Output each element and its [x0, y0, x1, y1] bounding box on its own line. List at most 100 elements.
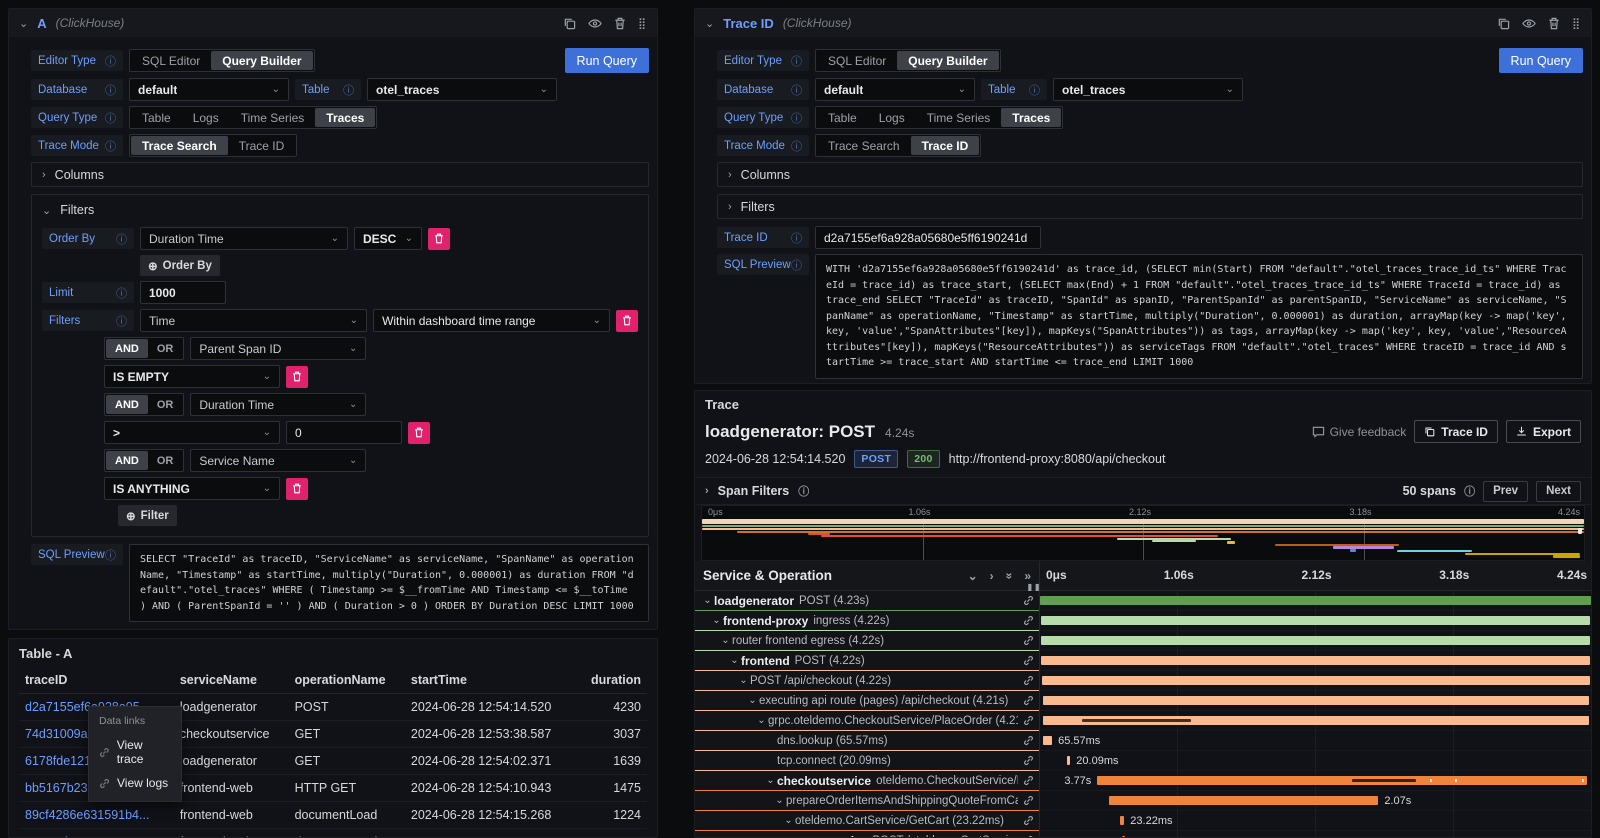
span-gantt-bar[interactable] [1043, 696, 1590, 705]
span-gantt-bar[interactable] [1041, 656, 1590, 665]
span-name-cell[interactable]: ⌄oteldemo.CartService/GetCart (23.22ms) [695, 811, 1039, 831]
table-select[interactable]: otel_traces⌄ [367, 78, 557, 101]
query-type-logs[interactable]: Logs [868, 108, 916, 127]
filter2-value-input[interactable]: 0 [286, 421, 402, 444]
next-button[interactable]: Next [1536, 481, 1581, 502]
order-by-field-select[interactable]: Duration Time⌄ [140, 227, 348, 250]
or-option[interactable]: OR [148, 395, 183, 414]
info-icon[interactable]: ⓘ [791, 82, 802, 98]
info-icon[interactable]: ⓘ [105, 110, 116, 126]
chevron-down-icon[interactable]: ⌄ [737, 675, 750, 686]
query-type-table[interactable]: Table [131, 108, 182, 127]
info-icon[interactable]: ⓘ [105, 53, 116, 69]
span-bar-cell[interactable] [1039, 651, 1591, 671]
or-option[interactable]: OR [148, 339, 183, 358]
delete-query-trash-icon[interactable] [1548, 17, 1560, 30]
span-link-icon[interactable] [1018, 755, 1039, 766]
info-icon[interactable]: ⓘ [798, 483, 809, 499]
query-type-traces[interactable]: Traces [315, 108, 375, 127]
add-filter-button[interactable]: ⊕Filter [118, 505, 177, 526]
and-option[interactable]: AND [106, 395, 148, 414]
run-query-button[interactable]: Run Query [1499, 48, 1583, 73]
sql-editor-option[interactable]: SQL Editor [131, 51, 211, 70]
column-header-duration[interactable]: duration [577, 667, 647, 694]
chevron-down-icon[interactable]: ⌄ [764, 775, 777, 786]
info-icon[interactable]: ⓘ [105, 138, 116, 154]
span-bar-cell[interactable] [1039, 831, 1591, 838]
span-gantt-bar[interactable] [1040, 596, 1591, 605]
span-bar-cell[interactable]: 65.57ms [1039, 731, 1591, 751]
sql-editor-option[interactable]: SQL Editor [817, 51, 897, 70]
give-feedback-button[interactable]: Give feedback [1312, 425, 1407, 439]
chevron-down-icon[interactable]: ⌄ [701, 595, 714, 606]
chevron-down-icon[interactable]: ⌄ [719, 635, 732, 646]
collapse-chevron-icon[interactable]: ⌄ [705, 17, 714, 30]
query-type-timeseries[interactable]: Time Series [230, 108, 316, 127]
info-icon[interactable]: ⓘ [791, 138, 802, 154]
span-link-icon[interactable] [1018, 675, 1039, 686]
or-option[interactable]: OR [148, 451, 183, 470]
column-header-traceID[interactable]: traceID [19, 667, 174, 694]
filter2-operator-select[interactable]: >⌄ [104, 421, 280, 444]
span-link-icon[interactable] [1018, 715, 1039, 726]
span-gantt-bar[interactable] [1042, 676, 1590, 685]
order-by-direction-select[interactable]: DESC⌄ [354, 227, 422, 250]
span-name-cell[interactable]: ⌄grpc.oteldemo.CheckoutService/PlaceOrde… [695, 711, 1039, 731]
expand-one-icon[interactable]: › [990, 569, 994, 583]
hide-response-eye-icon[interactable] [1522, 17, 1536, 30]
database-select[interactable]: default⌄ [815, 78, 975, 101]
cell-traceID[interactable]: 2cc7ccfc01941896c... [19, 829, 174, 838]
info-icon[interactable]: ⓘ [116, 285, 127, 301]
span-bar-cell[interactable] [1039, 711, 1591, 731]
hide-response-eye-icon[interactable] [588, 17, 602, 30]
filter3-operator-select[interactable]: IS ANYTHING⌄ [104, 477, 280, 500]
span-link-icon[interactable] [1018, 695, 1039, 706]
filter2-field-select[interactable]: Duration Time⌄ [190, 393, 366, 416]
filters-section-collapsed[interactable]: › Filters [717, 194, 1583, 219]
span-link-icon[interactable] [1018, 635, 1039, 646]
add-order-by-button[interactable]: ⊕Order By [140, 255, 220, 276]
trace-minimap[interactable]: 0μs1.06s2.12s3.18s4.24s [701, 505, 1585, 561]
span-name-cell[interactable]: ⌄POST /api/checkout (4.22s) [695, 671, 1039, 691]
column-header-operationName[interactable]: operationName [289, 667, 405, 694]
column-header-startTime[interactable]: startTime [405, 667, 577, 694]
trace-mode-id[interactable]: Trace ID [911, 136, 980, 155]
collapse-all-icon[interactable]: » [1002, 572, 1016, 579]
chevron-down-icon[interactable]: ⌄ [746, 695, 759, 706]
chevron-down-icon[interactable]: ⌄ [755, 715, 768, 726]
span-gantt-bar[interactable] [1043, 716, 1589, 725]
trace-id-input[interactable]: d2a7155ef6a928a05680e5ff6190241d [815, 226, 1041, 249]
trace-mode-id[interactable]: Trace ID [228, 136, 296, 155]
span-bar-cell[interactable] [1039, 671, 1591, 691]
trace-id-button[interactable]: Trace ID [1414, 420, 1498, 443]
duplicate-query-icon[interactable] [1497, 17, 1510, 30]
filter1-operator-select[interactable]: IS EMPTY⌄ [104, 365, 280, 388]
chevron-down-icon[interactable]: ⌄ [773, 795, 786, 806]
chevron-down-icon[interactable]: ⌄ [728, 655, 741, 666]
export-button[interactable]: Export [1506, 420, 1581, 443]
expand-all-icon[interactable]: » [1024, 569, 1031, 583]
query-type-traces[interactable]: Traces [1001, 108, 1061, 127]
filter3-field-select[interactable]: Service Name⌄ [190, 449, 366, 472]
run-query-button[interactable]: Run Query [565, 48, 649, 73]
filter-time-field-select[interactable]: Time⌄ [140, 309, 367, 332]
columns-section[interactable]: › Columns [717, 162, 1583, 187]
span-gantt-bar[interactable] [1097, 776, 1587, 785]
cell-traceID[interactable]: 89cf4286e631591b4... [19, 802, 174, 829]
info-icon[interactable]: ⓘ [791, 257, 802, 273]
view-trace-link[interactable]: View trace [89, 733, 181, 771]
span-gantt-bar[interactable] [1043, 736, 1052, 745]
info-icon[interactable]: ⓘ [791, 53, 802, 69]
limit-input[interactable]: 1000 [140, 281, 226, 304]
collapse-chevron-icon[interactable]: ⌄ [19, 17, 28, 30]
span-link-icon[interactable] [1018, 815, 1039, 826]
chevron-down-icon[interactable]: ⌄ [710, 615, 723, 626]
remove-order-by-button[interactable] [428, 228, 450, 250]
trace-mode-search[interactable]: Trace Search [131, 136, 228, 155]
span-link-icon[interactable] [1018, 655, 1039, 666]
trace-mode-search[interactable]: Trace Search [817, 136, 911, 155]
query-builder-option[interactable]: Query Builder [897, 51, 998, 70]
column-header-serviceName[interactable]: serviceName [174, 667, 289, 694]
span-name-cell[interactable]: ⌄router frontend egress (4.22s) [695, 631, 1039, 651]
filter1-field-select[interactable]: Parent Span ID⌄ [190, 337, 366, 360]
